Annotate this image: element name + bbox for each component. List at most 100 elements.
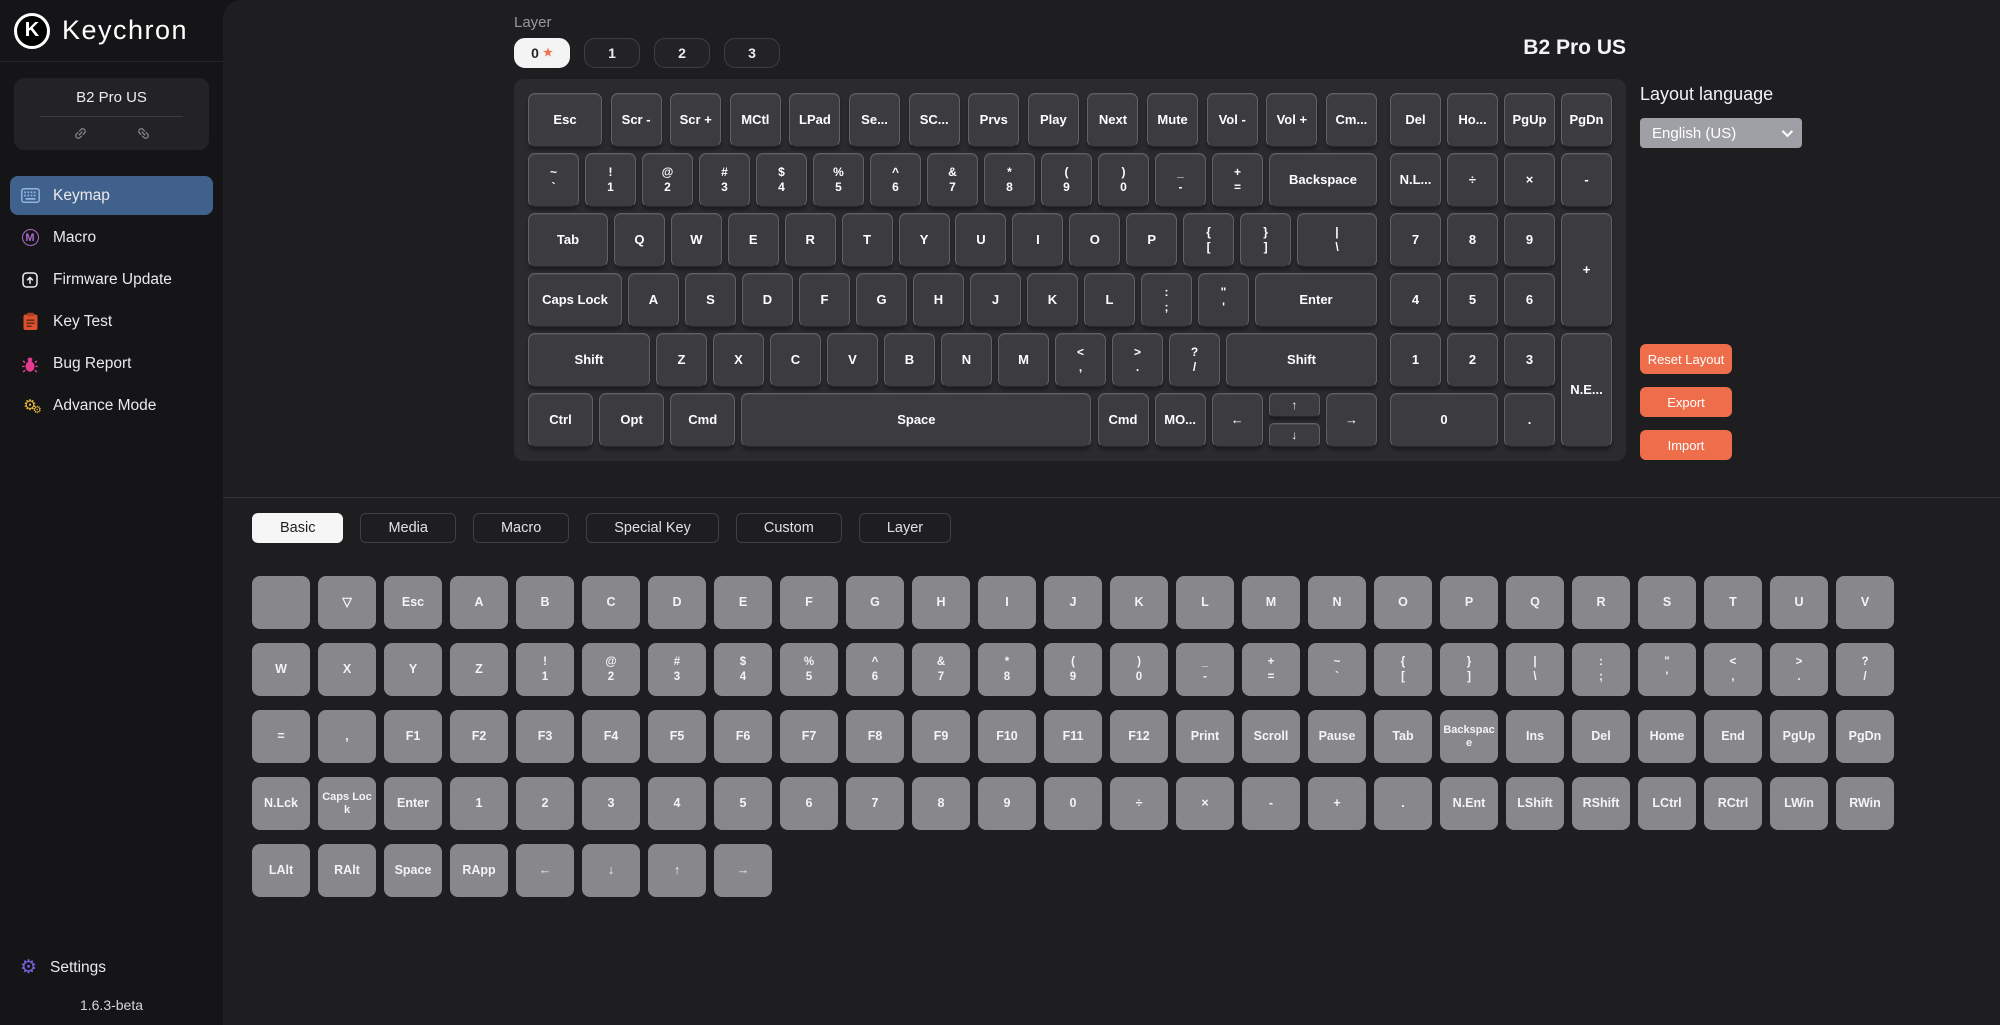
palette-key[interactable]: ^6: [846, 643, 904, 696]
key[interactable]: ÷: [1447, 153, 1498, 207]
key[interactable]: Opt: [599, 393, 664, 447]
key[interactable]: Esc: [528, 93, 602, 147]
export-button[interactable]: Export: [1640, 387, 1732, 417]
palette-key[interactable]: ÷: [1110, 777, 1168, 830]
palette-key[interactable]: %5: [780, 643, 838, 696]
palette-key[interactable]: -: [1242, 777, 1300, 830]
key[interactable]: 2: [1447, 333, 1498, 387]
palette-key[interactable]: F11: [1044, 710, 1102, 763]
palette-key[interactable]: +=: [1242, 643, 1300, 696]
key[interactable]: &7: [927, 153, 978, 207]
key[interactable]: G: [856, 273, 907, 327]
key[interactable]: |\: [1297, 213, 1377, 267]
palette-key[interactable]: R: [1572, 576, 1630, 629]
palette-key[interactable]: ↑: [648, 844, 706, 897]
palette-key[interactable]: Del: [1572, 710, 1630, 763]
key[interactable]: -: [1561, 153, 1612, 207]
key[interactable]: {[: [1183, 213, 1234, 267]
palette-key[interactable]: #3: [648, 643, 706, 696]
palette-key[interactable]: F5: [648, 710, 706, 763]
key[interactable]: .: [1504, 393, 1555, 447]
palette-key[interactable]: [252, 576, 310, 629]
reset-layout-button[interactable]: Reset Layout: [1640, 344, 1732, 374]
key[interactable]: Ctrl: [528, 393, 593, 447]
key[interactable]: %5: [813, 153, 864, 207]
key[interactable]: (9: [1041, 153, 1092, 207]
palette-key[interactable]: F3: [516, 710, 574, 763]
key[interactable]: N.E...: [1561, 333, 1612, 447]
key[interactable]: Del: [1390, 93, 1441, 147]
palette-key[interactable]: .: [1374, 777, 1432, 830]
key[interactable]: H: [913, 273, 964, 327]
palette-key[interactable]: _-: [1176, 643, 1234, 696]
palette-key[interactable]: 8: [912, 777, 970, 830]
key[interactable]: 0: [1390, 393, 1498, 447]
palette-key[interactable]: ←: [516, 844, 574, 897]
palette-key[interactable]: RCtrl: [1704, 777, 1762, 830]
palette-key[interactable]: ~`: [1308, 643, 1366, 696]
palette-key[interactable]: )0: [1110, 643, 1168, 696]
sidebar-item-key-test[interactable]: Key Test: [10, 302, 213, 341]
key[interactable]: 3: [1504, 333, 1555, 387]
key[interactable]: L: [1084, 273, 1135, 327]
palette-key[interactable]: 9: [978, 777, 1036, 830]
key[interactable]: *8: [984, 153, 1035, 207]
palette-key[interactable]: M: [1242, 576, 1300, 629]
palette-key[interactable]: Tab: [1374, 710, 1432, 763]
key[interactable]: R: [785, 213, 836, 267]
key[interactable]: Play: [1028, 93, 1079, 147]
key[interactable]: Cm...: [1326, 93, 1377, 147]
palette-key[interactable]: O: [1374, 576, 1432, 629]
palette-key[interactable]: F4: [582, 710, 640, 763]
palette-key[interactable]: =: [252, 710, 310, 763]
palette-key[interactable]: Home: [1638, 710, 1696, 763]
palette-key[interactable]: S: [1638, 576, 1696, 629]
key[interactable]: ~`: [528, 153, 579, 207]
key[interactable]: Prvs: [968, 93, 1019, 147]
palette-key[interactable]: D: [648, 576, 706, 629]
key[interactable]: ^6: [870, 153, 921, 207]
key[interactable]: $4: [756, 153, 807, 207]
palette-key[interactable]: $4: [714, 643, 772, 696]
key[interactable]: Caps Lock: [528, 273, 622, 327]
palette-key[interactable]: ×: [1176, 777, 1234, 830]
key[interactable]: 4: [1390, 273, 1441, 327]
key[interactable]: MO...: [1155, 393, 1206, 447]
palette-key[interactable]: PgDn: [1836, 710, 1894, 763]
key[interactable]: Shift: [528, 333, 650, 387]
tab-layer[interactable]: Layer: [859, 513, 951, 543]
key[interactable]: ↑: [1269, 393, 1320, 417]
palette-key[interactable]: U: [1770, 576, 1828, 629]
palette-key[interactable]: 5: [714, 777, 772, 830]
key[interactable]: O: [1069, 213, 1120, 267]
key[interactable]: Mute: [1147, 93, 1198, 147]
palette-key[interactable]: N: [1308, 576, 1366, 629]
key[interactable]: 1: [1390, 333, 1441, 387]
key[interactable]: Cmd: [1098, 393, 1149, 447]
palette-key[interactable]: RWin: [1836, 777, 1894, 830]
key[interactable]: Scr +: [670, 93, 721, 147]
link-2-icon[interactable]: [132, 123, 153, 144]
key[interactable]: :;: [1141, 273, 1192, 327]
palette-key[interactable]: "': [1638, 643, 1696, 696]
key[interactable]: )0: [1098, 153, 1149, 207]
palette-key[interactable]: Space: [384, 844, 442, 897]
key[interactable]: Vol -: [1207, 93, 1258, 147]
key[interactable]: Next: [1087, 93, 1138, 147]
key[interactable]: +: [1561, 213, 1612, 327]
key[interactable]: →: [1326, 393, 1377, 447]
key[interactable]: Shift: [1226, 333, 1377, 387]
palette-key[interactable]: Print: [1176, 710, 1234, 763]
sidebar-item-macro[interactable]: M Macro: [10, 218, 213, 257]
palette-key[interactable]: ▽: [318, 576, 376, 629]
key[interactable]: Space: [741, 393, 1091, 447]
palette-key[interactable]: +: [1308, 777, 1366, 830]
key[interactable]: P: [1126, 213, 1177, 267]
tab-macro[interactable]: Macro: [473, 513, 569, 543]
tab-special-key[interactable]: Special Key: [586, 513, 719, 543]
key[interactable]: "': [1198, 273, 1249, 327]
palette-key[interactable]: :;: [1572, 643, 1630, 696]
palette-key[interactable]: 4: [648, 777, 706, 830]
palette-key[interactable]: (9: [1044, 643, 1102, 696]
palette-key[interactable]: F: [780, 576, 838, 629]
